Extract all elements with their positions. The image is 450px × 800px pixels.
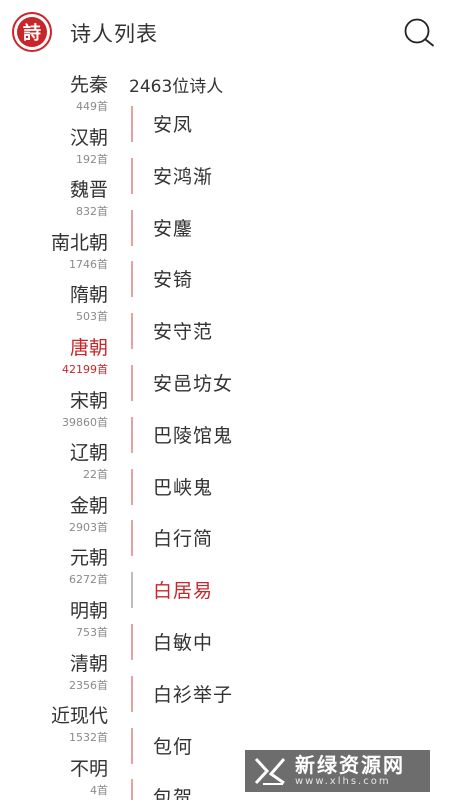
poet-item-bar: [131, 416, 133, 453]
poet-name: 白行简: [153, 528, 214, 551]
poet-item[interactable]: 白行简: [130, 512, 450, 564]
dynasty-poem-count: 22首: [83, 468, 108, 482]
poet-name: 巴陵馆鬼: [153, 424, 234, 447]
dynasty-poem-count: 4首: [90, 783, 108, 797]
poet-name: 安锜: [153, 269, 194, 292]
dynasty-poem-count: 1532首: [69, 731, 108, 745]
poet-name: 包何: [153, 735, 194, 758]
dynasty-name: 先秦: [69, 74, 108, 96]
page-title: 诗人列表: [70, 22, 158, 46]
watermark-logo-icon: [254, 757, 286, 785]
poet-item[interactable]: 安守范: [130, 305, 450, 357]
poet-name: 安鸿渐: [153, 165, 214, 188]
poet-name: 安凤: [153, 114, 194, 136]
poet-item[interactable]: 安鏖: [130, 202, 450, 254]
dynasty-poem-count: 1746首: [69, 257, 108, 271]
dynasty-poem-count: 2356首: [69, 678, 108, 692]
dynasty-poem-count: 42199首: [62, 362, 108, 376]
poet-item[interactable]: 白衫举子: [130, 668, 450, 720]
poet-name: 安守范: [153, 321, 214, 344]
poet-item-bar: [131, 468, 133, 505]
search-icon: [404, 18, 434, 47]
dynasty-item[interactable]: 宋朝 39860首: [0, 386, 108, 439]
poet-list: 安凤安鸿渐安鏖安锜安守范安邑坊女巴陵馆鬼巴峡鬼白行简白居易白敏中白衫举子包何包贺: [130, 98, 450, 800]
poet-item[interactable]: 巴峡鬼: [130, 461, 450, 513]
poet-item-bar: [131, 675, 133, 712]
dynasty-item[interactable]: 先秦 449首: [0, 70, 108, 123]
dynasty-item[interactable]: 汉朝 192首: [0, 123, 108, 176]
app-logo: 詩: [12, 12, 52, 52]
poet-item[interactable]: 白居易: [130, 564, 450, 616]
app-header: 詩 诗人列表: [0, 0, 450, 64]
poet-item-bar: [131, 364, 133, 401]
poet-item-bar: [131, 209, 133, 246]
poet-item-bar: [131, 157, 133, 194]
poet-item-bar: [131, 106, 133, 142]
poet-item-bar: [131, 623, 133, 660]
dynasty-name: 南北朝: [50, 231, 108, 254]
logo-char: 詩: [17, 17, 47, 47]
dynasty-name: 近现代: [50, 705, 108, 728]
dynasty-list: 先秦 449首汉朝 192首魏晋 832首南北朝 1746首隋朝 503首唐朝 42199首…: [0, 70, 108, 800]
poet-name: 白敏中: [153, 631, 214, 654]
dynasty-name: 明朝: [69, 599, 108, 622]
poet-item[interactable]: 安邑坊女: [130, 357, 450, 409]
poet-item-bar: [131, 520, 133, 557]
dynasty-item[interactable]: 不明 4首: [0, 754, 108, 800]
poet-name: 包贺: [153, 787, 194, 800]
dynasty-name: 魏晋: [69, 179, 108, 202]
poet-item[interactable]: 安锜: [130, 253, 450, 305]
dynasty-name: 唐朝: [69, 336, 108, 359]
dynasty-name: 不明: [69, 757, 108, 780]
watermark-url: www.xlhs.com: [295, 776, 391, 787]
dynasty-poem-count: 2903首: [69, 520, 108, 534]
dynasty-poem-count: 192首: [76, 152, 108, 166]
poet-name: 巴峡鬼: [153, 476, 214, 499]
dynasty-poem-count: 503首: [76, 310, 108, 324]
dynasty-item[interactable]: 近现代 1532首: [0, 701, 108, 754]
poet-item-bar: [131, 313, 133, 350]
dynasty-poem-count: 39860首: [62, 415, 108, 429]
poet-name: 安邑坊女: [153, 372, 234, 395]
poet-item-bar: [131, 779, 133, 800]
poet-item[interactable]: 安鸿渐: [130, 150, 450, 202]
dynasty-poem-count: 753首: [76, 625, 108, 639]
poet-name: 白衫举子: [153, 683, 234, 706]
dynasty-item[interactable]: 元朝 6272首: [0, 543, 108, 596]
poet-item-bar: [131, 727, 133, 764]
watermark: 新绿资源网 www.xlhs.com: [245, 750, 430, 792]
dynasty-item[interactable]: 清朝 2356首: [0, 649, 108, 702]
poet-item-bar: [131, 261, 133, 298]
dynasty-item[interactable]: 明朝 753首: [0, 596, 108, 649]
poet-name: 安鏖: [153, 217, 194, 240]
watermark-name: 新绿资源网: [295, 753, 405, 777]
dynasty-name: 宋朝: [69, 389, 108, 412]
poet-item-bar: [131, 572, 133, 609]
poet-item[interactable]: 安凤: [130, 98, 450, 150]
dynasty-item[interactable]: 金朝 2903首: [0, 491, 108, 544]
poet-name: 白居易: [153, 580, 214, 603]
dynasty-item[interactable]: 唐朝 42199首: [0, 333, 108, 386]
dynasty-name: 汉朝: [69, 126, 108, 149]
poet-item[interactable]: 巴陵馆鬼: [130, 409, 450, 461]
dynasty-name: 辽朝: [69, 442, 108, 465]
dynasty-item[interactable]: 魏晋 832首: [0, 175, 108, 228]
dynasty-name: 清朝: [69, 652, 108, 675]
watermark-text: 新绿资源网 www.xlhs.com: [295, 754, 405, 788]
poet-list-screen: 詩 诗人列表 先秦 449首汉朝 192首魏晋 832首南北朝 1746首隋朝 503首唐…: [0, 0, 450, 800]
dynasty-name: 元朝: [69, 547, 108, 570]
dynasty-poem-count: 832首: [76, 205, 108, 219]
dynasty-item[interactable]: 隋朝 503首: [0, 280, 108, 333]
search-button[interactable]: [398, 12, 442, 56]
poet-item[interactable]: 白敏中: [130, 616, 450, 668]
poet-count: 2463位诗人: [129, 77, 224, 97]
dynasty-name: 金朝: [69, 494, 108, 517]
dynasty-name: 隋朝: [69, 284, 108, 307]
dynasty-poem-count: 449首: [76, 100, 108, 113]
dynasty-item[interactable]: 辽朝 22首: [0, 438, 108, 491]
dynasty-item[interactable]: 南北朝 1746首: [0, 228, 108, 281]
dynasty-poem-count: 6272首: [69, 573, 108, 587]
